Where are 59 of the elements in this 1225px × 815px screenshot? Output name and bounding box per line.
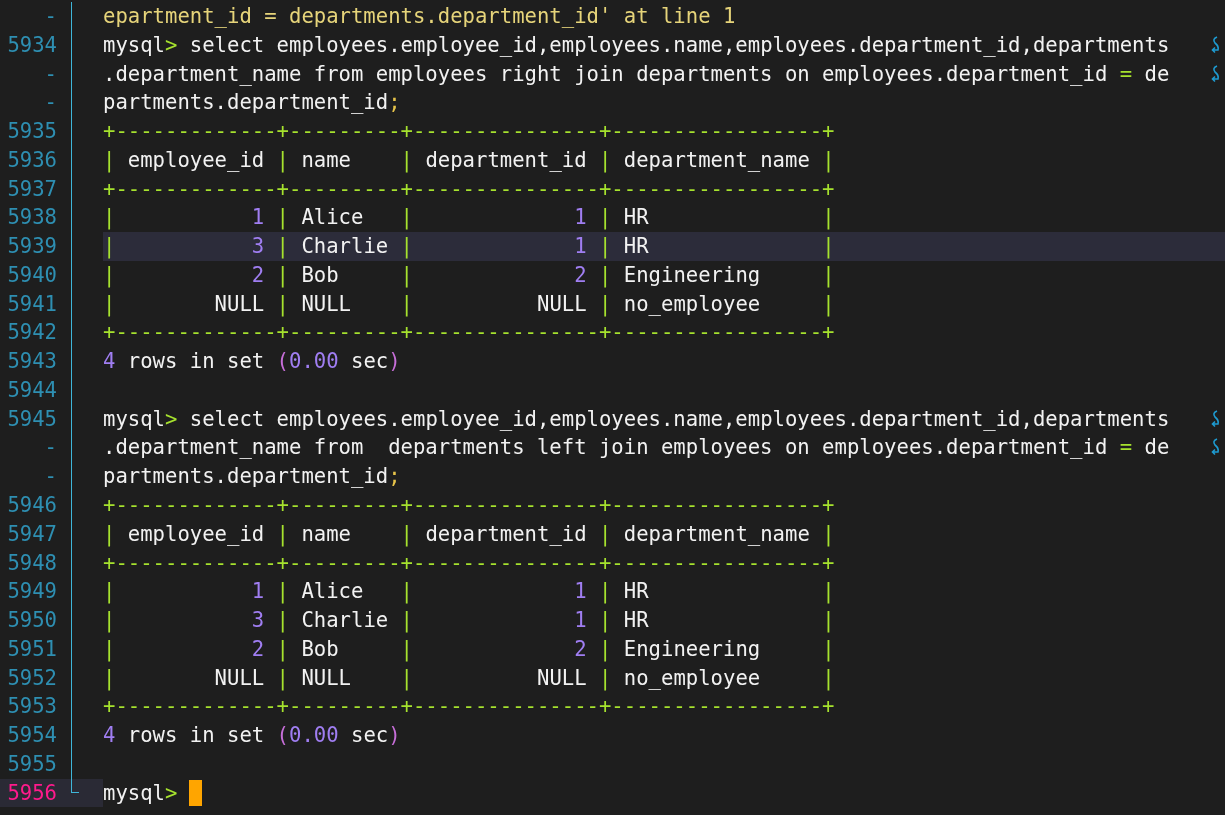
line-number: 5946 xyxy=(6,492,57,519)
code-line: | employee_id | name | department_id | department_name | xyxy=(103,146,835,175)
line-number: 5943 xyxy=(6,348,57,376)
line-number: 5949 xyxy=(6,578,57,606)
line-number: 5940 xyxy=(6,261,57,289)
line-number: - xyxy=(43,434,57,462)
line-number: - xyxy=(43,89,57,117)
code-line: partments.department_id; xyxy=(103,463,401,491)
line-number: 5944 xyxy=(6,376,57,404)
line-wrap-icon xyxy=(1209,35,1221,54)
code-line: | 3 | Charlie | 1 | HR | xyxy=(103,233,835,261)
line-number: 5938 xyxy=(6,204,57,232)
line-number: 5937 xyxy=(6,175,57,203)
code-line: mysql> select employees.employee_id,employees.name,employees.department_id,departments xyxy=(103,31,1170,59)
code-line: mysql> xyxy=(103,779,178,807)
code-line: +-------------+---------+---------------+-----------------+ xyxy=(103,118,835,146)
line-number: 5955 xyxy=(6,750,57,778)
line-number: 5939 xyxy=(6,233,57,261)
code-line: 4 rows in set (0.00 sec) xyxy=(103,348,401,376)
line-wrap-icon xyxy=(1209,64,1221,83)
code-line: +-------------+---------+---------------+-----------------+ xyxy=(103,175,835,203)
line-number: 5950 xyxy=(6,607,57,635)
line-number: - xyxy=(43,3,57,30)
code-line: 4 rows in set (0.00 sec) xyxy=(103,722,401,750)
code-line: | employee_id | name | department_id | department_name | xyxy=(103,520,835,549)
code-line: partments.department_id; xyxy=(103,89,401,117)
code-line: | 3 | Charlie | 1 | HR | xyxy=(103,607,835,635)
text-cursor xyxy=(189,780,203,807)
code-line: +-------------+---------+---------------+-----------------+ xyxy=(103,693,835,721)
line-number: 5948 xyxy=(6,549,57,577)
line-number: 5936 xyxy=(6,146,57,174)
line-number: 5952 xyxy=(6,664,57,692)
line-number: 5941 xyxy=(6,290,57,318)
code-line: +-------------+---------+---------------+-----------------+ xyxy=(103,549,835,577)
line-number: 5942 xyxy=(6,319,57,347)
line-number: 5945 xyxy=(6,405,57,433)
code-line: +-------------+---------+---------------+-----------------+ xyxy=(103,492,835,519)
code-line: +-------------+---------+---------------+-----------------+ xyxy=(103,319,835,347)
line-number: 5956 xyxy=(6,779,57,807)
line-number: 5947 xyxy=(6,520,57,548)
line-number: 5935 xyxy=(6,118,57,146)
code-line: .department_name from departments left join employees on employees.department_id = de xyxy=(103,434,1170,462)
code-line: | 2 | Bob | 2 | Engineering | xyxy=(103,261,835,290)
line-wrap-icon xyxy=(1209,438,1221,457)
code-line: | NULL | NULL | NULL | no_employee | xyxy=(103,664,835,693)
line-wrap-icon xyxy=(1209,409,1221,428)
line-number: 5953 xyxy=(6,693,57,721)
code-line: .department_name from employees right join departments on employees.department_id = de xyxy=(103,60,1170,88)
line-number: 5934 xyxy=(6,31,57,59)
code-line: | 2 | Bob | 2 | Engineering | xyxy=(103,635,835,664)
line-number: 5954 xyxy=(6,722,57,750)
line-number: - xyxy=(43,463,57,491)
line-number: 5951 xyxy=(6,635,57,663)
code-line: mysql> select employees.employee_id,employees.name,employees.department_id,departments xyxy=(103,405,1170,433)
line-number: - xyxy=(43,60,57,88)
code-line: | NULL | NULL | NULL | no_employee | xyxy=(103,290,835,319)
code-line: | 1 | Alice | 1 | HR | xyxy=(103,204,835,232)
code-line: epartment_id = departments.department_id' at line 1 xyxy=(103,3,736,30)
code-line: | 1 | Alice | 1 | HR | xyxy=(103,578,835,606)
